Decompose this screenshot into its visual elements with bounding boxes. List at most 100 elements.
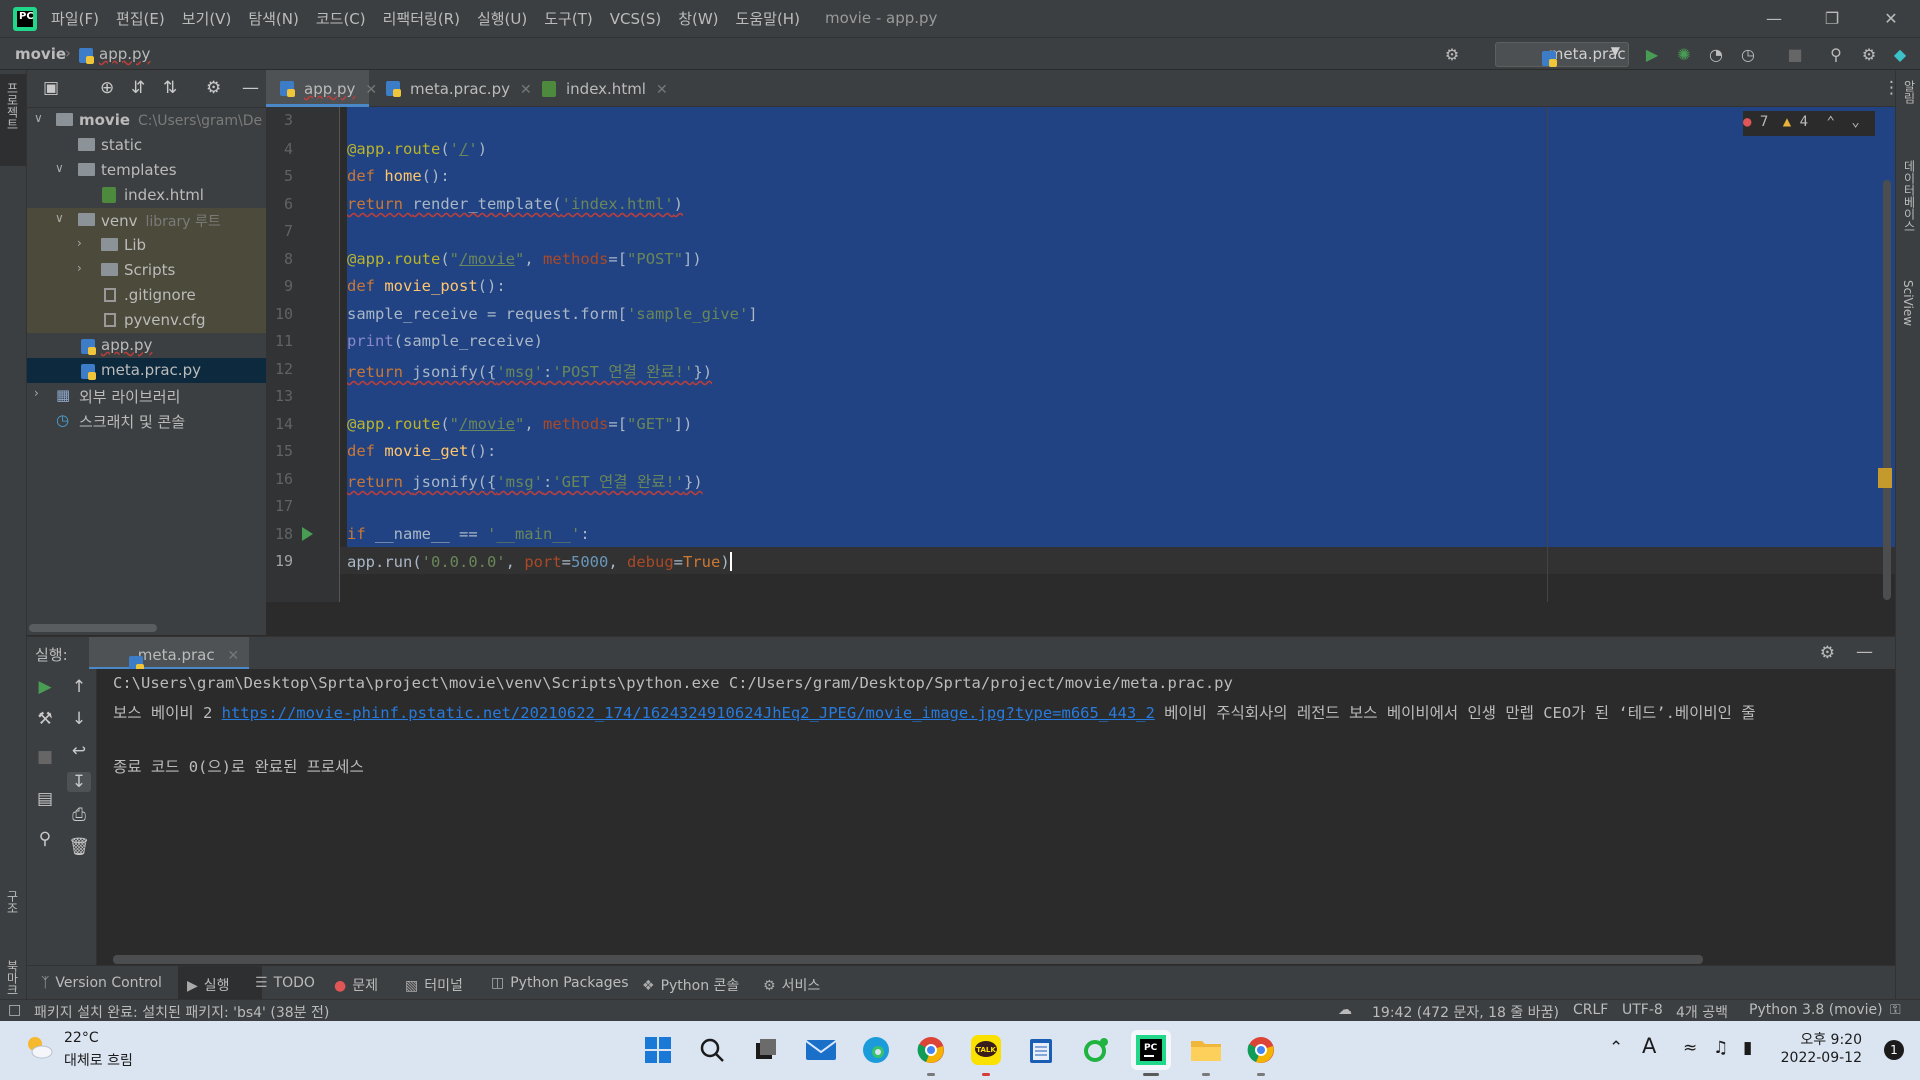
tab-app-py[interactable]: app.py ✕	[266, 70, 377, 107]
wrench-icon[interactable]: ⚒	[33, 709, 57, 729]
file-explorer-icon[interactable]	[1186, 1030, 1226, 1076]
caret-position[interactable]: 19:42 (472 문자, 18 줄 바꿈)	[1372, 1002, 1559, 1022]
status-message[interactable]: 패키지 설치 완료: 설치된 패키지: 'bs4' (38분 전)	[34, 1002, 329, 1022]
ime-indicator[interactable]: A	[1642, 1034, 1656, 1058]
tab-python-packages[interactable]: ◫ Python Packages	[491, 975, 629, 991]
menu-navigate[interactable]: 탐색(N)	[248, 8, 299, 29]
tab-todo[interactable]: ☰ TODO	[255, 975, 315, 991]
project-tool-button[interactable]: 프로젝트	[4, 82, 21, 130]
menu-run[interactable]: 실행(U)	[477, 8, 527, 29]
notification-count-badge[interactable]: 1	[1884, 1040, 1904, 1060]
mail-icon[interactable]	[801, 1030, 841, 1070]
chevron-up-icon[interactable]: ⌃	[1827, 114, 1835, 130]
tab-index-html[interactable]: index.html ✕	[528, 70, 668, 107]
rerun-icon[interactable]: ▶	[33, 677, 57, 697]
hide-panel-icon[interactable]: —	[1856, 642, 1873, 662]
collapse-all-icon[interactable]: ⇅	[163, 78, 177, 98]
tree-item-scripts[interactable]: › Scripts	[27, 258, 266, 283]
tree-item-index-html[interactable]: index.html	[27, 183, 266, 208]
coverage-icon[interactable]: ◔	[1704, 43, 1728, 67]
hide-panel-icon[interactable]: —	[242, 78, 259, 98]
chevron-up-icon[interactable]: ⌃	[1609, 1038, 1623, 1058]
edge-browser-icon[interactable]	[856, 1030, 896, 1070]
console-horizontal-scrollbar[interactable]	[113, 955, 1703, 964]
run-configuration-select[interactable]: meta.prac ▼	[1495, 42, 1629, 67]
chrome-browser-icon[interactable]	[911, 1030, 951, 1076]
close-window-icon[interactable]: ✕	[1862, 0, 1920, 37]
locate-icon[interactable]: ⊕	[100, 78, 114, 98]
settings-gear-icon[interactable]: ⚙	[1820, 643, 1835, 663]
notifications-tool-button[interactable]: 알림	[1901, 80, 1918, 104]
tab-run-meta-prac[interactable]: meta.prac ✕	[89, 637, 250, 672]
chevron-down-icon[interactable]: ∨	[55, 211, 64, 225]
pycharm-taskbar-icon[interactable]: PC	[1131, 1030, 1171, 1076]
task-view-icon[interactable]	[746, 1030, 786, 1070]
tree-item-pyvenv-cfg[interactable]: pyvenv.cfg	[27, 308, 266, 333]
trash-icon[interactable]: 🗑	[67, 837, 91, 857]
tree-item-templates[interactable]: ∨ templates	[27, 158, 266, 183]
stop-icon[interactable]: ■	[33, 747, 57, 767]
profile-icon[interactable]: ◷	[1736, 43, 1760, 67]
soft-wrap-icon[interactable]: ↩	[67, 741, 91, 761]
menu-file[interactable]: 파일(F)	[51, 8, 99, 29]
pin-icon[interactable]: ⚲	[33, 829, 57, 849]
output-link[interactable]: https://movie-phinf.pstatic.net/20210622…	[222, 704, 1155, 722]
settings-gear-icon[interactable]: ⚙	[1857, 43, 1881, 67]
sync-icon[interactable]: ☁	[1338, 1002, 1352, 1018]
chevron-right-icon[interactable]: ›	[77, 236, 82, 250]
menu-vcs[interactable]: VCS(S)	[610, 10, 661, 28]
chevron-down-icon[interactable]: ∨	[55, 161, 64, 175]
tree-item-static[interactable]: static	[27, 133, 266, 158]
tab-python-console[interactable]: ❖ Python 콘솔	[642, 975, 739, 995]
layout-icon[interactable]: ▤	[33, 789, 57, 809]
menu-help[interactable]: 도움말(H)	[736, 8, 800, 29]
indent-setting[interactable]: 4개 공백	[1676, 1002, 1728, 1022]
stop-icon[interactable]: ■	[1783, 43, 1807, 67]
run-icon[interactable]: ▶	[1640, 43, 1664, 67]
search-icon[interactable]: ⚲	[1824, 43, 1848, 67]
menu-refactor[interactable]: 리팩터링(R)	[383, 8, 460, 29]
tab-version-control[interactable]: ᛉ Version Control	[41, 975, 162, 991]
menu-code[interactable]: 코드(C)	[316, 8, 366, 29]
search-icon[interactable]	[692, 1030, 732, 1070]
user-icon[interactable]: ⚙	[1440, 43, 1464, 67]
green-app-icon[interactable]	[1076, 1030, 1116, 1070]
structure-tool-button[interactable]: 구조	[4, 890, 21, 914]
lock-icon[interactable]: ⚿	[1890, 1002, 1901, 1018]
chevron-right-icon[interactable]: ›	[34, 386, 39, 400]
menu-view[interactable]: 보기(V)	[182, 8, 232, 29]
chevron-down-icon[interactable]: ⌄	[1851, 114, 1859, 130]
run-console[interactable]: C:\Users\gram\Desktop\Sprta\project\movi…	[97, 669, 1895, 965]
scroll-up-icon[interactable]: ↑	[67, 677, 91, 697]
file-encoding[interactable]: UTF-8	[1622, 1002, 1663, 1018]
tree-item-gitignore[interactable]: .gitignore	[27, 283, 266, 308]
run-gutter-icon[interactable]	[302, 527, 313, 541]
weather-partly-cloudy-icon[interactable]	[24, 1033, 54, 1063]
menu-window[interactable]: 창(W)	[678, 8, 718, 29]
restore-icon[interactable]: ❐	[1803, 0, 1861, 37]
pycharm-logo-icon[interactable]: PC	[13, 6, 37, 31]
breadcrumb-file[interactable]: app.py	[99, 45, 150, 63]
breadcrumb-project[interactable]: movie	[15, 45, 66, 63]
chrome-browser-icon[interactable]	[1241, 1030, 1281, 1076]
tree-item-external-libraries[interactable]: › ▦ 외부 라이브러리	[27, 383, 266, 408]
project-view-icon[interactable]: ▣	[43, 78, 59, 98]
weather-description[interactable]: 대체로 흐림	[64, 1050, 133, 1070]
line-separator[interactable]: CRLF	[1573, 1002, 1608, 1018]
tree-item-meta-prac-py[interactable]: meta.prac.py	[27, 358, 266, 383]
volume-icon[interactable]: ♫	[1713, 1038, 1728, 1058]
tab-terminal[interactable]: ▧ 터미널	[405, 975, 463, 995]
editor-vertical-scrollbar[interactable]	[1883, 180, 1891, 600]
database-tool-button[interactable]: 데이터베이스	[1901, 160, 1918, 232]
notepad-icon[interactable]	[1021, 1030, 1061, 1070]
project-horizontal-scrollbar[interactable]	[27, 621, 266, 635]
tab-services[interactable]: ⚙ 서비스	[763, 975, 820, 995]
clock-time[interactable]: 오후 9:20	[1800, 1029, 1862, 1049]
python-interpreter[interactable]: Python 3.8 (movie)	[1749, 1002, 1883, 1018]
sciview-tool-button[interactable]: SciView	[1901, 280, 1915, 326]
status-panel-icon[interactable]: □	[8, 1002, 21, 1018]
tab-run[interactable]: ▶ 실행	[178, 966, 262, 1000]
battery-icon[interactable]: ▮	[1743, 1038, 1752, 1058]
menu-tools[interactable]: 도구(T)	[544, 8, 592, 29]
tab-problems[interactable]: ● 문제	[334, 975, 378, 995]
